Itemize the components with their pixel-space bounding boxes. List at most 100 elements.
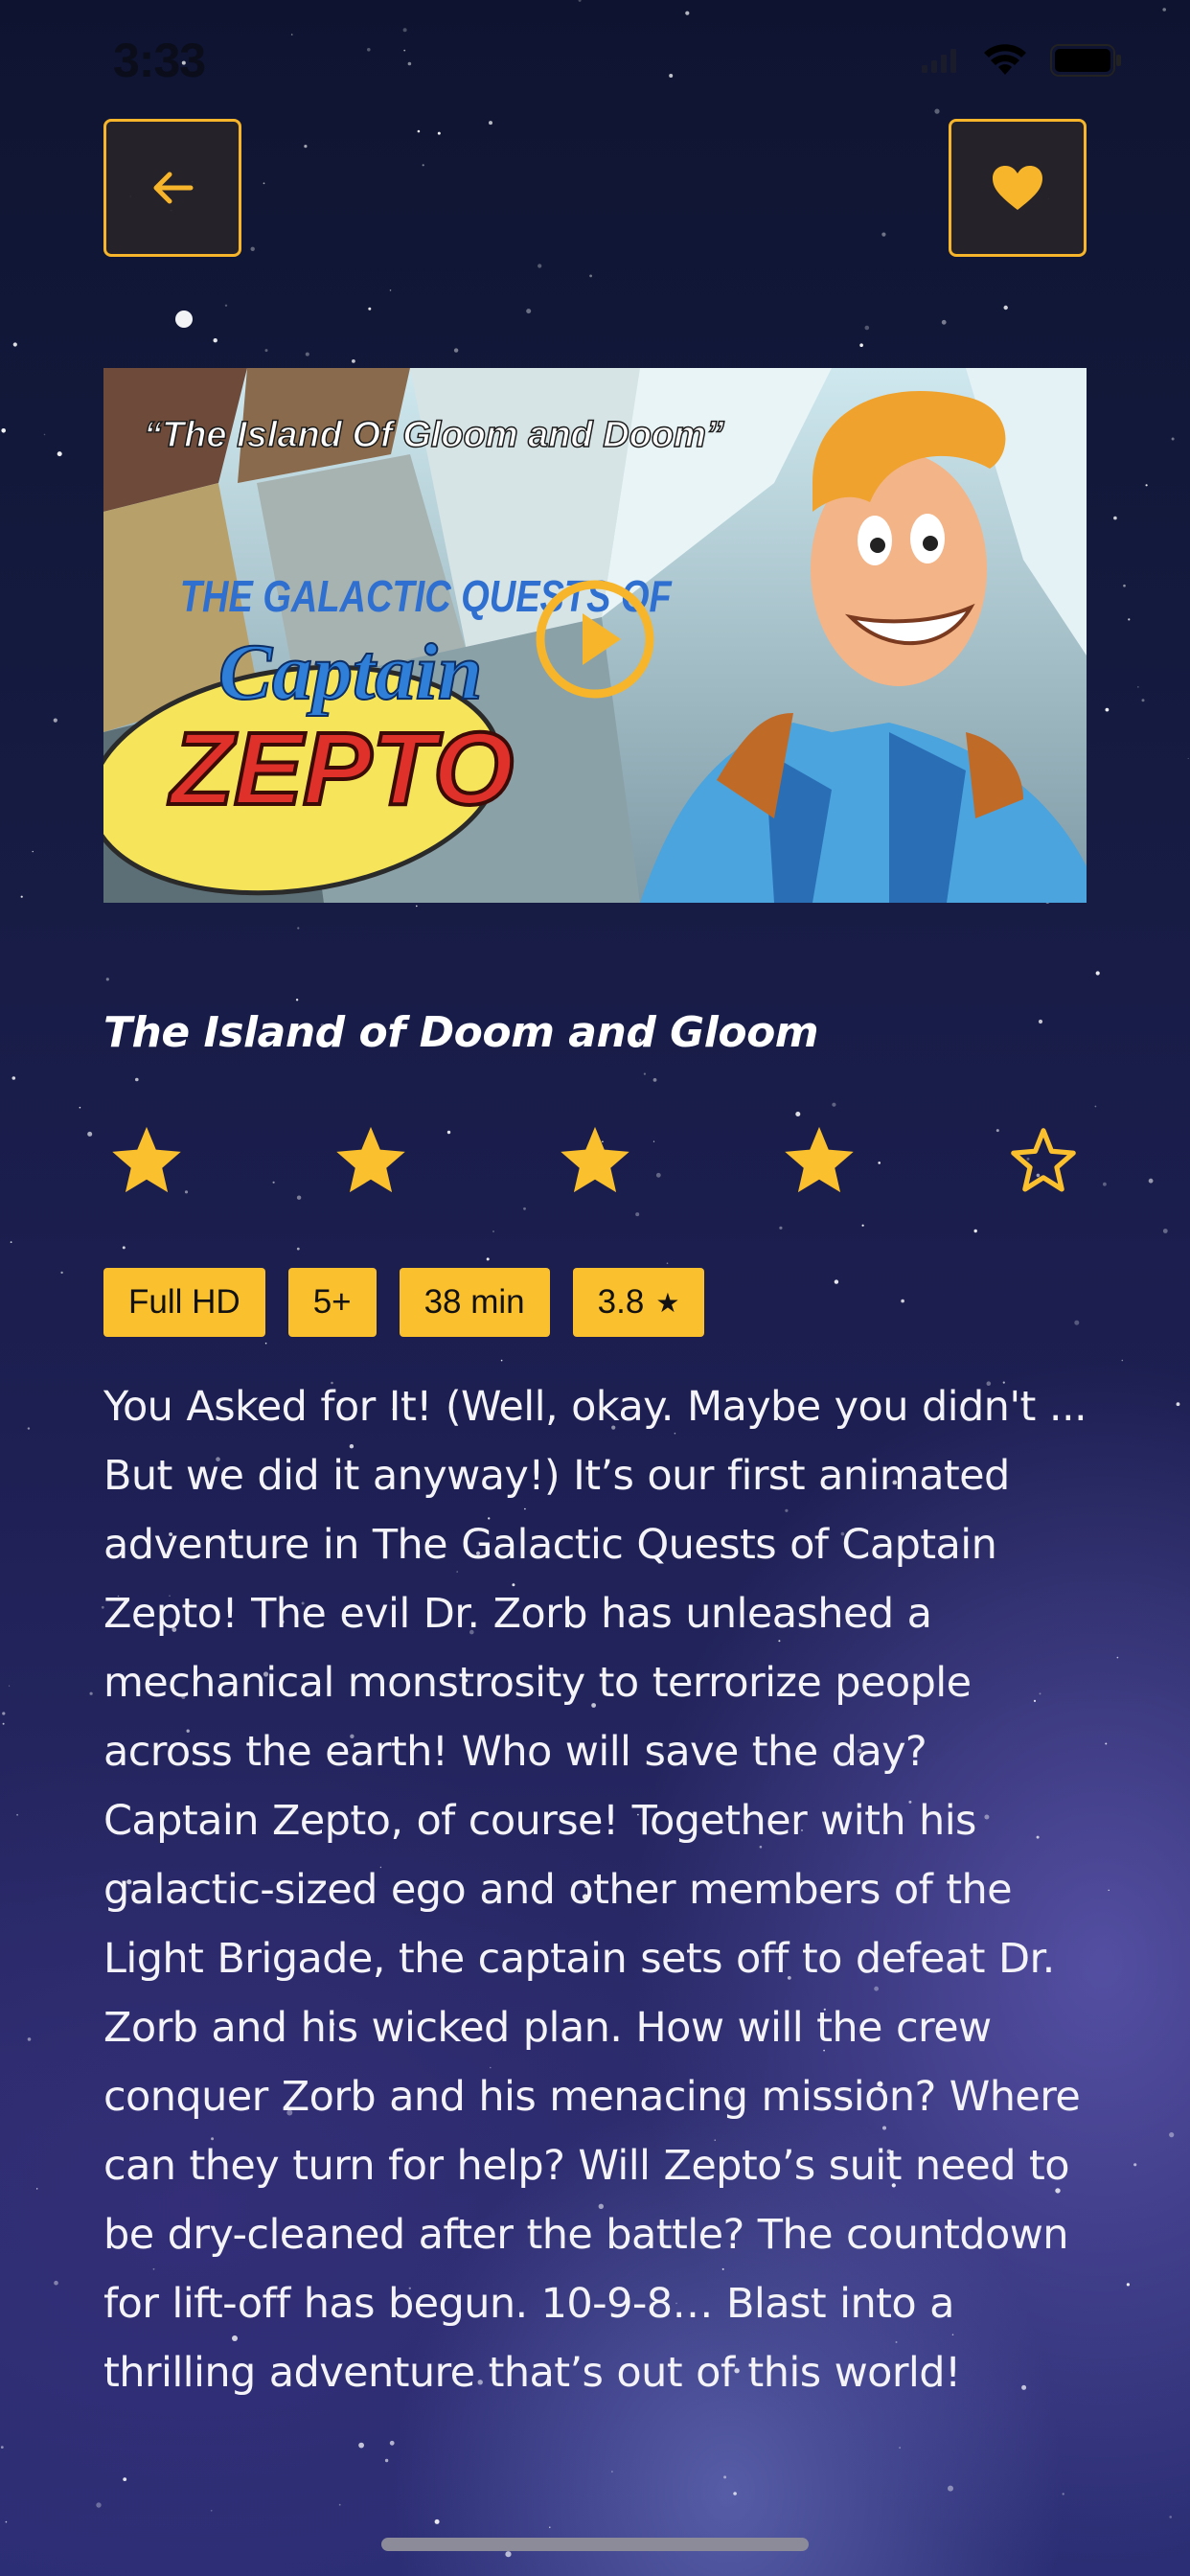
star-dot	[1062, 2493, 1064, 2496]
star-dot	[122, 1246, 126, 1250]
star-dot	[422, 164, 424, 167]
star-dot	[1094, 1105, 1097, 1108]
star-dot	[264, 349, 268, 353]
thumbnail-episode-title: “The Island Of Gloom and Doom”	[144, 415, 724, 455]
star-dot	[79, 1106, 81, 1109]
star-dot	[1133, 2163, 1137, 2167]
star-dot	[589, 274, 592, 278]
tag-label: 38 min	[423, 1283, 525, 1321]
star-dot	[210, 2509, 213, 2512]
star-dot	[635, 1212, 640, 1217]
star-dot	[1105, 1742, 1108, 1745]
star-dot	[1123, 584, 1126, 587]
star-dot	[389, 289, 392, 291]
star-dot	[1095, 971, 1100, 976]
signal-icon	[922, 49, 956, 73]
star-dot	[1, 428, 6, 433]
star-dot	[27, 1427, 31, 1430]
star-icon: ★	[655, 1287, 680, 1318]
star-dot	[304, 145, 308, 149]
star-filled-icon[interactable]	[552, 1116, 638, 1203]
home-indicator[interactable]	[381, 2538, 809, 2551]
star-dot	[89, 1691, 93, 1695]
star-dot	[96, 2502, 102, 2508]
star-dot	[1171, 437, 1175, 441]
star-dot	[296, 1247, 300, 1251]
star-dot	[1169, 2132, 1175, 2138]
star-dot	[2, 1722, 5, 1725]
star-dot	[859, 343, 863, 348]
star-dot	[1103, 1182, 1107, 1186]
star-dot	[368, 307, 372, 310]
star-dot	[417, 129, 421, 133]
star-dot	[60, 1271, 63, 1275]
tag-label: 3.8	[597, 1283, 645, 1321]
star-dot	[53, 718, 57, 723]
star-dot	[881, 232, 886, 237]
bright-star	[175, 310, 193, 328]
star-dot	[11, 1076, 16, 1080]
star-dot	[832, 1102, 836, 1107]
star-dot	[834, 1279, 839, 1284]
heart-icon	[993, 166, 1042, 210]
star-dot	[1148, 1178, 1154, 1184]
tag-label: Full HD	[128, 1283, 240, 1321]
star-dot	[9, 1685, 11, 1687]
star-dot	[57, 451, 62, 457]
favorite-button[interactable]	[949, 119, 1087, 257]
star-dot	[20, 895, 23, 898]
star-dot	[352, 359, 355, 363]
status-icons	[922, 44, 1123, 77]
status-time: 3:33	[113, 34, 206, 87]
episode-title: The Island of Doom and Gloom	[103, 1008, 819, 1057]
star-dot	[16, 1813, 18, 1816]
star-dot	[87, 1131, 93, 1137]
star-dot	[733, 2492, 737, 2496]
star-dot	[643, 1072, 647, 1075]
star-dot	[297, 927, 300, 930]
star-dot	[899, 2447, 901, 2449]
star-dot	[1105, 707, 1110, 712]
star-dot	[1145, 484, 1148, 487]
status-bar: 3:33	[0, 0, 1190, 128]
star-dot	[5, 2520, 8, 2523]
star-dot	[1116, 1656, 1119, 1659]
star-dot	[1038, 1019, 1043, 1024]
tag-duration: 38 min	[399, 1268, 550, 1337]
star-dot	[486, 1257, 490, 1261]
series-logo-line3: ZEPTO	[168, 710, 514, 826]
star-dot	[861, 1224, 864, 1227]
tag-score: 3.8 ★	[572, 1268, 705, 1337]
star-dot	[135, 1077, 139, 1082]
star-dot	[250, 246, 255, 251]
star-dot	[1074, 1320, 1080, 1325]
star-rating	[103, 1116, 1087, 1203]
star-dot	[1162, 1229, 1168, 1233]
star-dot	[416, 905, 418, 908]
star-dot	[526, 309, 532, 314]
star-dot	[295, 999, 299, 1001]
series-logo-line2: Captain	[218, 628, 482, 717]
back-button[interactable]	[103, 119, 241, 257]
star-dot	[901, 1299, 904, 1303]
star-filled-icon[interactable]	[103, 1116, 190, 1203]
star-filled-icon[interactable]	[776, 1116, 862, 1203]
star-outline-icon[interactable]	[1000, 1116, 1087, 1203]
star-dot	[54, 2280, 58, 2286]
star-dot	[1141, 699, 1145, 702]
star-dot	[1108, 1889, 1110, 1892]
star-dot	[224, 304, 228, 307]
star-dot	[549, 2526, 551, 2528]
star-dot	[948, 2485, 953, 2492]
star-filled-icon[interactable]	[328, 1116, 414, 1203]
star-dot	[213, 338, 217, 343]
star-dot	[434, 2518, 440, 2524]
video-thumbnail[interactable]: THE GALACTIC QUESTS OF Captain ZEPTO “Th…	[103, 368, 1087, 903]
star-dot	[12, 342, 17, 347]
episode-tags: Full HD 5+ 38 min 3.8 ★	[103, 1268, 705, 1337]
star-dot	[1121, 1359, 1124, 1362]
play-icon[interactable]	[535, 579, 655, 700]
star-dot	[10, 1241, 12, 1243]
battery-icon	[1050, 44, 1121, 77]
tag-age-rating: 5+	[287, 1268, 377, 1337]
